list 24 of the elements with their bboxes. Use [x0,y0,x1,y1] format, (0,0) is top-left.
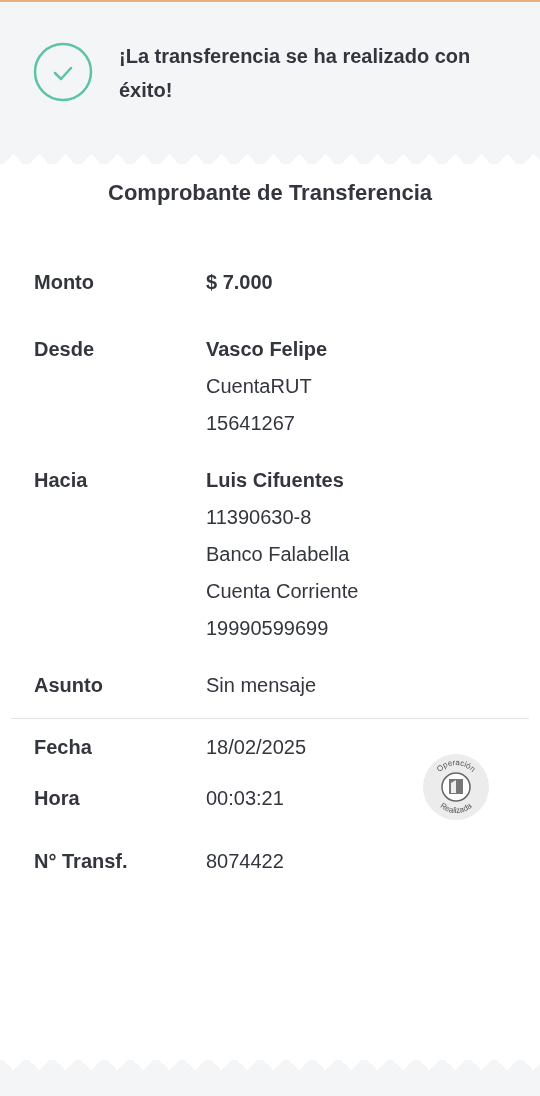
field-label: Monto [34,270,95,295]
success-message: ¡La transferencia se ha realizado con éxito! [119,44,472,103]
field-value: CuentaRUT [206,374,313,399]
success-check-icon [33,42,93,102]
field-label: Desde [34,337,96,362]
field-label: Hacia [34,468,89,493]
field-value: 00:03:21 [206,786,284,811]
field-value: Vasco Felipe [206,337,328,362]
field-value: Banco Falabella [206,542,351,567]
field-value: Cuenta Corriente [206,579,359,604]
field-value: 18/02/2025 [206,735,307,760]
receipt-title: Comprobante de Transferencia [107,180,433,206]
field-value: 11390630-8 [206,505,313,530]
field-value: 8074422 [206,849,284,874]
field-label: Asunto [34,673,104,698]
field-value: $ 7.000 [206,270,273,295]
field-value: 15641267 [206,411,296,436]
field-value: Sin mensaje [206,673,317,698]
field-label: Fecha [34,735,93,760]
field-label: N° Transf. [34,849,129,874]
field-value: Luis Cifuentes [206,468,345,493]
field-label: Hora [34,786,81,811]
operation-stamp-icon: Operación Realizada [422,753,490,821]
field-value: 19990599699 [206,616,330,641]
